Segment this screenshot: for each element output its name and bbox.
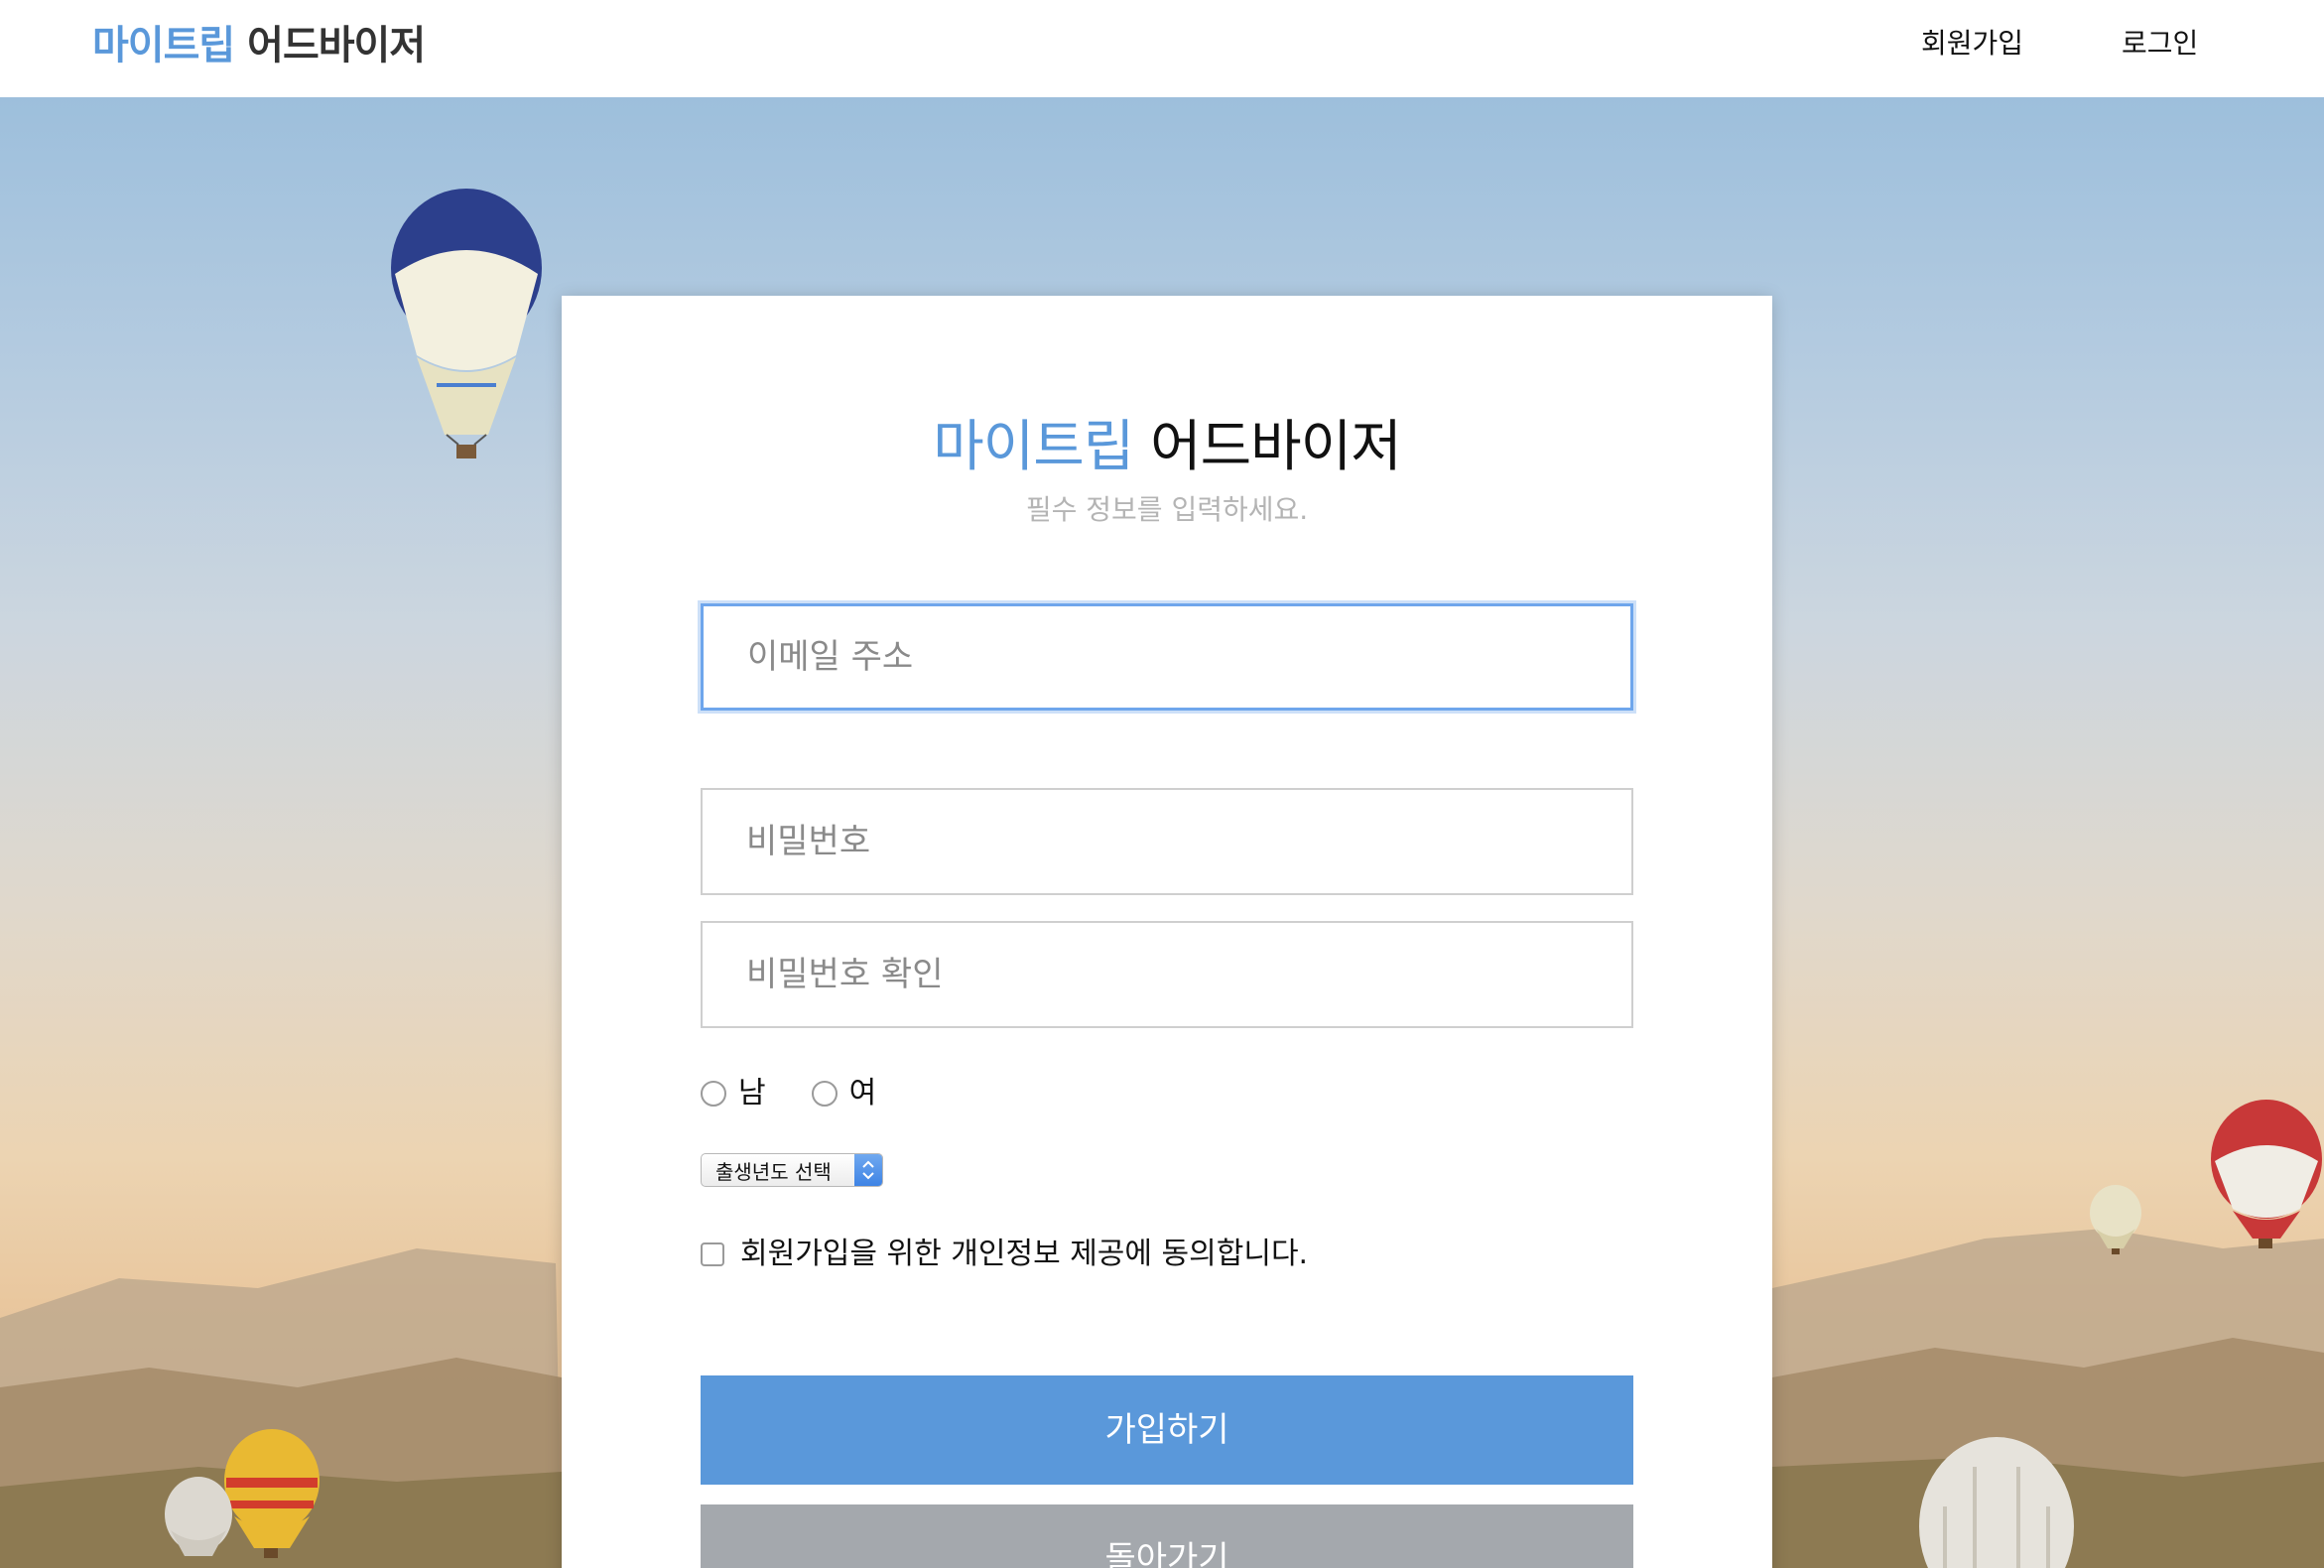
privacy-agree-checkbox[interactable]	[701, 1242, 724, 1266]
gender-option-female[interactable]: 여	[811, 1076, 877, 1111]
privacy-agree-label: 회원가입을 위한 개인정보 제공에 동의합니다.	[740, 1237, 1309, 1271]
select-arrows-icon	[854, 1154, 882, 1186]
male-radio[interactable]	[701, 1081, 726, 1107]
card-subtitle: 필수 정보를 입력하세요.	[1025, 493, 1309, 526]
card-title-accent: 마이트립	[933, 415, 1134, 479]
privacy-agree-row[interactable]: 회원가입을 위한 개인정보 제공에 동의합니다.	[701, 1235, 1308, 1274]
signup-submit-button[interactable]: 가입하기	[701, 1375, 1633, 1485]
hot-air-balloon	[391, 189, 542, 458]
female-radio[interactable]	[811, 1081, 838, 1107]
nav-signup-link[interactable]: 회원가입	[1921, 26, 2023, 62]
brand-logo[interactable]: 마이트립 어드바이저	[92, 20, 426, 71]
birth-year-select-value: 출생년도 선택	[715, 1159, 832, 1184]
password-input[interactable]	[701, 788, 1633, 895]
male-radio-label: 남	[738, 1076, 766, 1111]
birth-year-select[interactable]: 출생년도 선택	[701, 1153, 883, 1187]
gender-radio-group: 남 여	[701, 1074, 922, 1113]
gender-option-male[interactable]: 남	[701, 1076, 766, 1111]
card-title: 마이트립 어드바이저	[562, 413, 1772, 482]
back-button[interactable]: 돌아가기	[701, 1504, 1633, 1568]
password-confirm-input[interactable]	[701, 921, 1633, 1028]
email-input[interactable]	[701, 603, 1633, 711]
hot-air-balloon	[2211, 1100, 2322, 1248]
logo-rest-text: 어드바이저	[247, 23, 426, 68]
top-navbar: 마이트립 어드바이저 회원가입 로그인	[0, 0, 2324, 97]
signup-card: 마이트립 어드바이저 필수 정보를 입력하세요. 남 여 출생년도 선택	[562, 296, 1772, 1568]
nav-login-link[interactable]: 로그인	[2122, 26, 2198, 62]
female-radio-label: 여	[848, 1076, 877, 1111]
card-title-rest: 어드바이저	[1150, 415, 1402, 479]
signup-page: 마이트립 어드바이저 회원가입 로그인 마이트립 어드바이저 필수 정보를 입력…	[0, 0, 2324, 1568]
logo-accent-text: 마이트립	[92, 23, 235, 68]
